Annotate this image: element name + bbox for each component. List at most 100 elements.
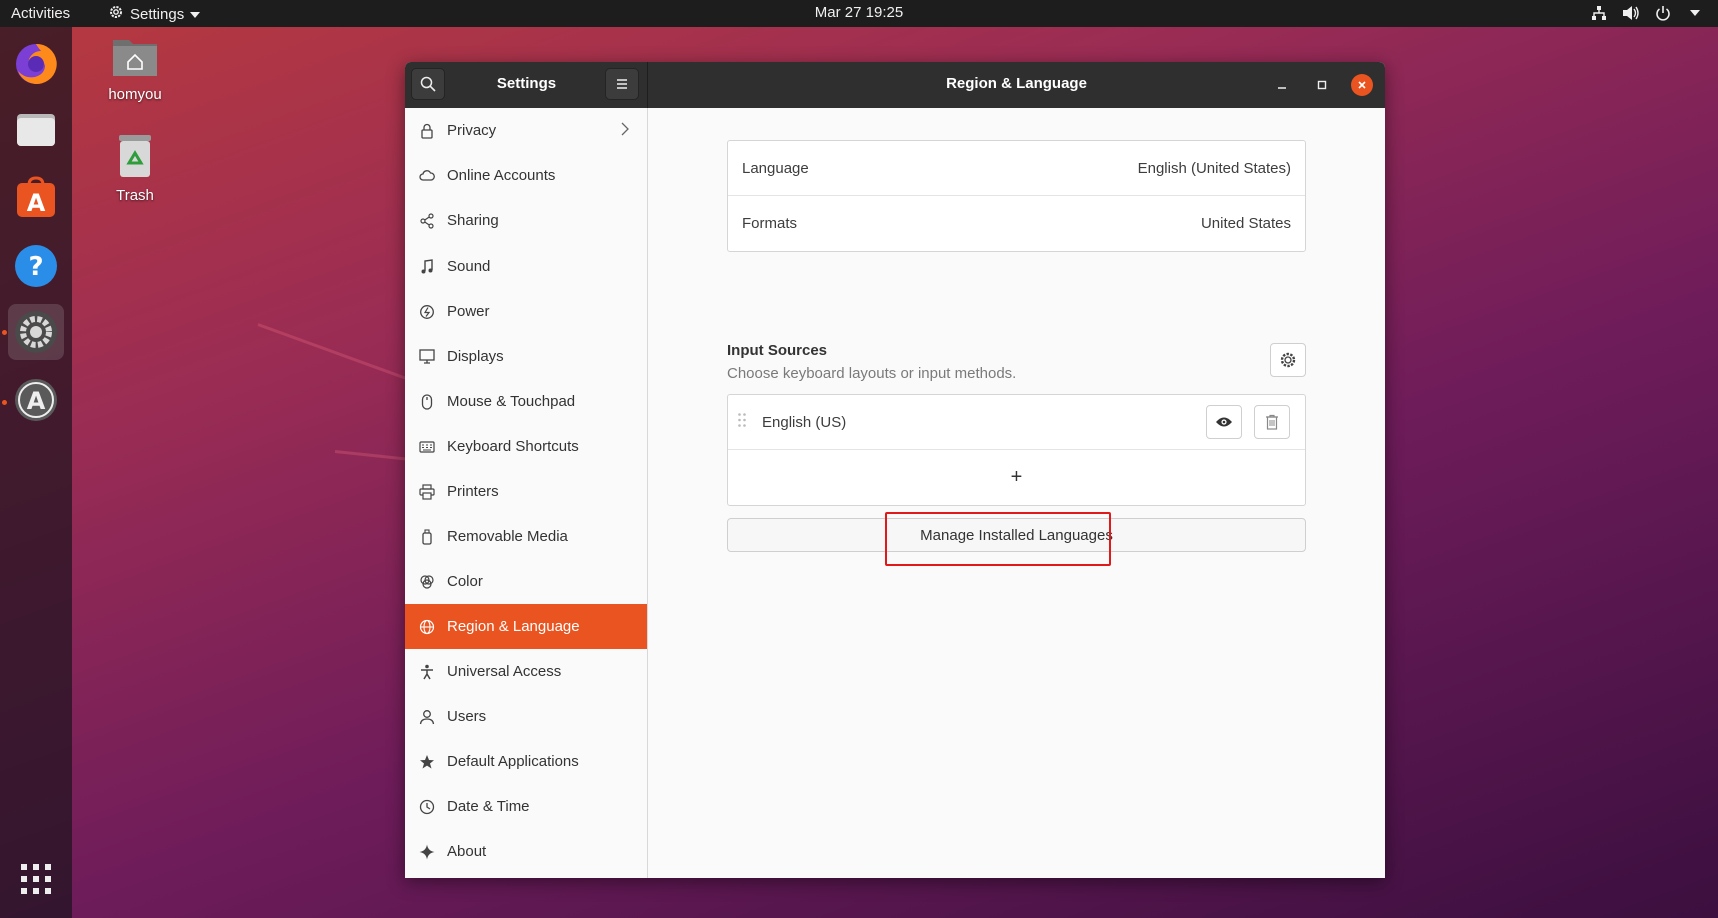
- firefox-icon: [16, 43, 57, 84]
- desktop-home-folder[interactable]: homyou: [90, 36, 180, 103]
- maximize-button[interactable]: [1311, 74, 1333, 96]
- wallpaper-streak: [334, 450, 415, 462]
- language-row[interactable]: Language English (United States): [728, 141, 1305, 196]
- sidebar-item-label: Color: [447, 573, 483, 590]
- help-icon: ?: [15, 245, 57, 287]
- trash-icon: [1266, 414, 1278, 430]
- sidebar-item-label: Removable Media: [447, 528, 568, 545]
- wallpaper-streak: [257, 323, 428, 388]
- volume-icon[interactable]: [1622, 4, 1640, 22]
- desktop-home-label: homyou: [108, 86, 162, 103]
- desktop-trash[interactable]: Trash: [90, 133, 180, 204]
- display-icon: [418, 348, 436, 366]
- sidebar-item-color[interactable]: Color: [405, 559, 647, 604]
- sidebar-item-date-time[interactable]: Date & Time: [405, 784, 647, 829]
- sidebar-item-region-language[interactable]: Region & Language: [405, 604, 647, 649]
- svg-text:?: ?: [28, 252, 43, 282]
- clock-icon: [418, 798, 436, 816]
- input-source-row[interactable]: English (US): [728, 395, 1305, 450]
- user-icon: [418, 708, 436, 726]
- sidebar-item-mouse-touchpad[interactable]: Mouse & Touchpad: [405, 379, 647, 424]
- svg-text:A: A: [27, 387, 46, 415]
- music-note-icon: [418, 258, 436, 276]
- sidebar-item-sharing[interactable]: Sharing: [405, 198, 647, 243]
- system-tray[interactable]: [1590, 4, 1704, 22]
- input-sources-options-button[interactable]: [1270, 343, 1306, 377]
- chevron-right-icon: [621, 122, 629, 140]
- software-updater-icon: A: [15, 379, 57, 421]
- sidebar-item-removable-media[interactable]: Removable Media: [405, 514, 647, 559]
- show-applications-button[interactable]: [8, 851, 64, 907]
- files-launcher[interactable]: [8, 102, 64, 158]
- sidebar-item-label: Printers: [447, 483, 499, 500]
- color-icon: [418, 573, 436, 591]
- sidebar-item-label: Online Accounts: [447, 167, 556, 184]
- input-sources-title: Input Sources: [727, 342, 828, 359]
- keyboard-icon: [418, 438, 436, 456]
- formats-row[interactable]: Formats United States: [728, 196, 1305, 251]
- sidebar-item-power[interactable]: Power: [405, 289, 647, 334]
- sidebar-item-default-applications[interactable]: Default Applications: [405, 739, 647, 784]
- primary-menu-button[interactable]: [605, 68, 639, 100]
- eye-icon: [1216, 417, 1232, 427]
- formats-value: United States: [1200, 215, 1291, 232]
- sidebar-item-label: Sharing: [447, 212, 499, 229]
- input-source-label: English (US): [762, 413, 847, 431]
- network-icon[interactable]: [1590, 4, 1608, 22]
- input-sources-list: English (US) +: [727, 394, 1306, 506]
- sidebar-item-sound[interactable]: Sound: [405, 244, 647, 289]
- add-input-source-row[interactable]: +: [728, 450, 1305, 505]
- usb-icon: [418, 528, 436, 546]
- language-value: English (United States): [1137, 159, 1291, 177]
- settings-icon: [15, 311, 57, 353]
- app-grid-icon: [21, 864, 51, 894]
- remove-input-source-button[interactable]: [1254, 405, 1290, 439]
- power-menu-icon[interactable]: [1654, 4, 1672, 22]
- sparkle-icon: [418, 843, 436, 861]
- desktop-trash-label: Trash: [116, 187, 154, 204]
- manage-installed-languages-button[interactable]: Manage Installed Languages: [727, 518, 1306, 552]
- sidebar-item-universal-access[interactable]: Universal Access: [405, 649, 647, 694]
- settings-window: Settings Region & Language Privacy Onlin…: [405, 62, 1385, 878]
- minimize-button[interactable]: [1271, 74, 1293, 96]
- add-icon: +: [1010, 466, 1023, 488]
- sidebar-item-printers[interactable]: Printers: [405, 469, 647, 514]
- sidebar-item-label: Region & Language: [447, 618, 580, 635]
- sidebar-item-keyboard-shortcuts[interactable]: Keyboard Shortcuts: [405, 424, 647, 469]
- cloud-icon: [418, 167, 436, 185]
- preview-layout-button[interactable]: [1206, 405, 1242, 439]
- sidebar-item-users[interactable]: Users: [405, 694, 647, 739]
- clock[interactable]: Mar 27 19:25: [815, 4, 903, 21]
- formats-label: Formats: [742, 215, 798, 232]
- files-icon: [17, 114, 55, 146]
- activities-button[interactable]: Activities: [11, 5, 70, 22]
- minimize-icon: [1278, 87, 1286, 89]
- accessibility-icon: [418, 663, 436, 681]
- help-launcher[interactable]: ?: [8, 238, 64, 294]
- close-button[interactable]: [1351, 74, 1373, 96]
- sidebar-item-label: Date & Time: [447, 798, 530, 815]
- drag-handle-icon[interactable]: [737, 412, 747, 432]
- sidebar-item-displays[interactable]: Displays: [405, 334, 647, 379]
- settings-launcher[interactable]: [8, 304, 64, 360]
- app-menu[interactable]: Settings: [108, 4, 201, 24]
- dock: A ? A: [0, 27, 72, 918]
- app-menu-label: Settings: [130, 5, 185, 23]
- star-icon: [418, 753, 436, 771]
- software-store-icon: A: [17, 176, 55, 217]
- power-icon: [418, 303, 436, 321]
- sidebar-item-label: About: [447, 843, 487, 860]
- settings-gear-icon: [108, 4, 124, 24]
- sidebar-header: Settings: [405, 62, 648, 108]
- caret-down-icon[interactable]: [1686, 4, 1704, 22]
- sidebar-item-privacy[interactable]: Privacy: [405, 108, 647, 153]
- sidebar-item-online-accounts[interactable]: Online Accounts: [405, 153, 647, 198]
- firefox-launcher[interactable]: [8, 36, 64, 92]
- caret-down-icon: [190, 6, 201, 23]
- sidebar-item-label: Power: [447, 303, 490, 320]
- software-updater-launcher[interactable]: A: [8, 372, 64, 428]
- sidebar-item-about[interactable]: About: [405, 829, 647, 874]
- sidebar-item-label: Privacy: [447, 122, 497, 139]
- software-launcher[interactable]: A: [8, 170, 64, 226]
- input-sources-subtitle: Choose keyboard layouts or input methods…: [727, 365, 1017, 382]
